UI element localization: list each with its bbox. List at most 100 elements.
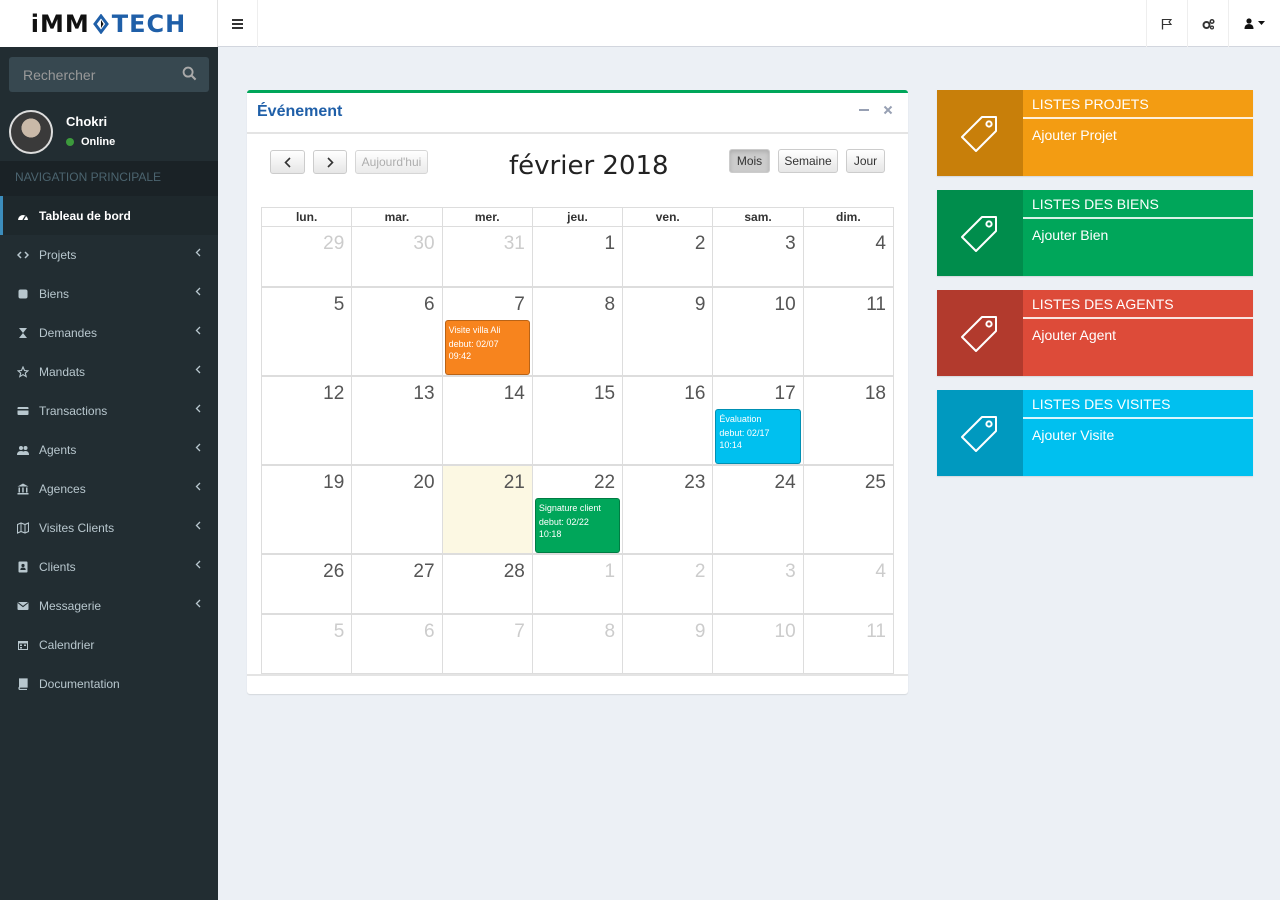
calendar-day[interactable]: 27 xyxy=(352,555,443,613)
calendar-day[interactable]: 10 xyxy=(713,615,804,673)
calendar-event[interactable]: Signature client debut: 02/22 10:18 xyxy=(534,498,621,553)
month-view-button[interactable]: Mois xyxy=(729,149,770,173)
event-time: 10:14 xyxy=(719,440,742,450)
search-box xyxy=(9,57,209,92)
sidebar-item-agents[interactable]: Agents xyxy=(0,430,218,469)
calendar-day[interactable]: 11 xyxy=(804,288,893,375)
brand-logo[interactable]: iMM TECH xyxy=(0,0,218,47)
brand-gear-icon xyxy=(92,13,109,34)
prev-month-button[interactable] xyxy=(270,150,305,174)
calendar-day[interactable]: 24 xyxy=(713,466,804,553)
star-icon xyxy=(17,365,29,378)
close-button[interactable] xyxy=(883,102,893,118)
calendar-day[interactable]: 26 xyxy=(262,555,353,613)
calendar-day[interactable]: 18 xyxy=(804,377,893,464)
sidebar-item-biens[interactable]: Biens xyxy=(0,274,218,313)
calendar-day[interactable]: 2 xyxy=(623,555,714,613)
calendar-day[interactable]: 7 xyxy=(443,615,533,673)
info-box-content: LISTES DES BIENS Ajouter Bien xyxy=(1023,190,1253,276)
calendar-day[interactable]: 29 xyxy=(262,227,353,286)
calendar-day[interactable]: 8 xyxy=(533,288,624,375)
sidebar-item-projets[interactable]: Projets xyxy=(0,235,218,274)
calendar-day[interactable]: 4 xyxy=(804,555,893,613)
calendar-day[interactable]: 30 xyxy=(352,227,443,286)
calendar-day[interactable]: 11 xyxy=(804,615,893,673)
next-month-button[interactable] xyxy=(313,150,347,174)
sidebar-item-demandes[interactable]: Demandes xyxy=(0,313,218,352)
calendar-day[interactable]: 22 Signature client debut: 02/22 10:18 xyxy=(533,466,624,553)
day-number: 31 xyxy=(503,233,525,254)
calendar-day[interactable]: 31 xyxy=(443,227,533,286)
day-view-button[interactable]: Jour xyxy=(846,149,885,173)
caret-down-icon xyxy=(1258,21,1265,25)
info-box-add-link[interactable]: Ajouter Bien xyxy=(1023,219,1253,243)
calendar-day[interactable]: 12 xyxy=(262,377,353,464)
sidebar-toggle-button[interactable] xyxy=(218,0,258,47)
user-status-label: Online xyxy=(81,136,116,148)
weekday-label: dim. xyxy=(835,210,861,224)
calendar-day[interactable]: 15 xyxy=(533,377,624,464)
info-box-add-link[interactable]: Ajouter Projet xyxy=(1023,119,1253,143)
sidebar-item-tableau-de-bord[interactable]: Tableau de bord xyxy=(0,196,218,235)
today-button[interactable]: Aujourd'hui xyxy=(355,150,428,174)
calendar-day[interactable]: 6 xyxy=(352,288,443,375)
settings-button[interactable] xyxy=(1187,0,1228,47)
day-number: 11 xyxy=(866,621,886,642)
calendar-day[interactable]: 28 xyxy=(443,555,533,613)
calendar-day[interactable]: 17 Évaluation debut: 02/17 10:14 xyxy=(713,377,804,464)
day-number: 3 xyxy=(785,233,796,254)
calendar-day[interactable]: 14 xyxy=(443,377,533,464)
weekday-label: jeu. xyxy=(533,208,624,226)
info-box-add-link[interactable]: Ajouter Agent xyxy=(1023,319,1253,343)
search-icon[interactable] xyxy=(182,66,197,81)
calendar-day[interactable]: 5 xyxy=(262,288,353,375)
collapse-button[interactable] xyxy=(859,102,869,118)
calendar-day[interactable]: 3 xyxy=(713,555,804,613)
chevron-left-icon xyxy=(195,365,201,374)
calendar-event[interactable]: Visite villa Ali debut: 02/07 09:42 xyxy=(444,320,530,375)
info-box-title[interactable]: LISTES PROJETS xyxy=(1023,90,1253,119)
sidebar-item-visites-clients[interactable]: Visites Clients xyxy=(0,508,218,547)
weekday-label: ven. xyxy=(623,208,714,226)
calendar-day[interactable]: 2 xyxy=(623,227,714,286)
info-box-add-link[interactable]: Ajouter Visite xyxy=(1023,419,1253,443)
calendar-day[interactable]: 4 xyxy=(804,227,893,286)
info-box-title[interactable]: LISTES DES VISITES xyxy=(1023,390,1253,419)
calendar-day[interactable]: 3 xyxy=(713,227,804,286)
sidebar-item-documentation[interactable]: Documentation xyxy=(0,664,218,703)
search-input[interactable] xyxy=(9,66,169,83)
day-number: 2 xyxy=(694,561,706,582)
calendar-day[interactable]: 13 xyxy=(352,377,443,464)
sidebar-item-transactions[interactable]: Transactions xyxy=(0,391,218,430)
calendar-day[interactable]: 23 xyxy=(623,466,714,553)
calendar-day[interactable]: 9 xyxy=(623,615,714,673)
calendar-day[interactable]: 7 Visite villa Ali debut: 02/07 09:42 xyxy=(443,288,533,375)
calendar-day[interactable]: 19 xyxy=(262,466,353,553)
square-icon xyxy=(18,289,28,298)
calendar-day[interactable]: 9 xyxy=(623,288,714,375)
calendar-day-today[interactable]: 21 xyxy=(442,466,533,553)
notifications-button[interactable] xyxy=(1146,0,1187,47)
calendar-day[interactable]: 16 xyxy=(623,377,714,464)
calendar-day[interactable]: 1 xyxy=(533,555,624,613)
user-menu-button[interactable] xyxy=(1228,0,1280,47)
sidebar-item-calendrier[interactable]: Calendrier xyxy=(0,625,218,664)
week-view-button[interactable]: Semaine xyxy=(778,149,838,173)
calendar-day[interactable]: 20 xyxy=(352,466,443,553)
sidebar-item-agences[interactable]: Agences xyxy=(0,469,218,508)
avatar[interactable] xyxy=(9,110,53,154)
sidebar-item-mandats[interactable]: Mandats xyxy=(0,352,218,391)
info-box-title[interactable]: LISTES DES AGENTS xyxy=(1023,290,1253,319)
calendar-day[interactable]: 1 xyxy=(533,227,624,286)
info-box-title[interactable]: LISTES DES BIENS xyxy=(1023,190,1253,219)
calendar-event[interactable]: Évaluation debut: 02/17 10:14 xyxy=(715,409,801,464)
user-icon xyxy=(1244,18,1254,29)
sidebar-item-messagerie[interactable]: Messagerie xyxy=(0,586,218,625)
calendar-day[interactable]: 6 xyxy=(352,615,443,673)
sidebar-item-clients[interactable]: Clients xyxy=(0,547,218,586)
calendar-day[interactable]: 5 xyxy=(262,615,353,673)
user-status: Online xyxy=(66,136,115,148)
calendar-day[interactable]: 25 xyxy=(804,466,893,553)
calendar-day[interactable]: 10 xyxy=(713,288,804,375)
calendar-day[interactable]: 8 xyxy=(533,615,624,673)
